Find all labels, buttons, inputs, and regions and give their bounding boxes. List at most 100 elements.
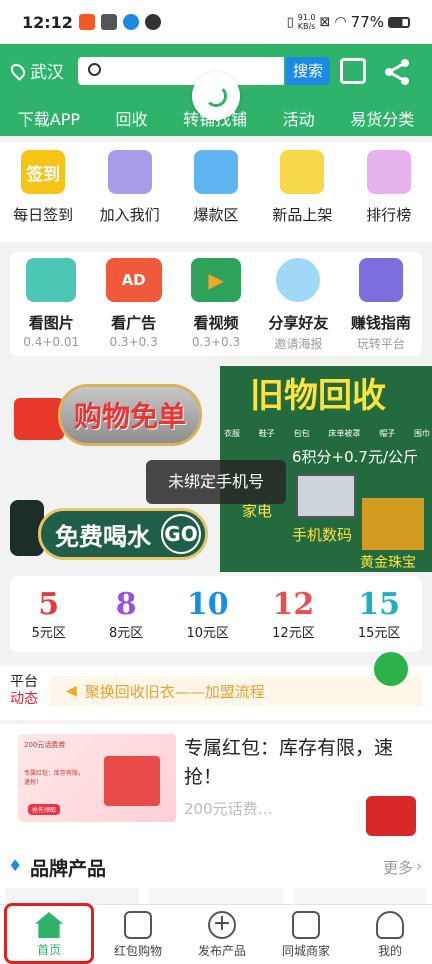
brand-more[interactable]: 更多 — [383, 857, 413, 878]
join-us-item[interactable]: 加入我们 — [88, 150, 172, 242]
promo-subtitle: 200元话费… — [184, 800, 273, 818]
video-icon: ▶ — [191, 258, 242, 302]
price-value: 12 — [272, 587, 315, 622]
status-time: 12:12 — [22, 12, 73, 32]
recycle-title: 旧物回收 — [250, 376, 386, 416]
new-item[interactable]: 新品上架 — [260, 150, 344, 242]
item-label: 新品上架 — [272, 206, 333, 224]
view-ad-item[interactable]: AD 看广告 0.3+0.3 — [92, 258, 174, 356]
red-packet-float-icon[interactable] — [366, 796, 416, 836]
price-value: 10 — [186, 587, 229, 622]
recycle-item: 衣服 — [224, 429, 240, 438]
bar-chart-icon — [366, 150, 411, 194]
battery-percent: 77% — [350, 13, 384, 31]
view-video-item[interactable]: ▶ 看视频 0.3+0.3 — [175, 258, 257, 356]
feature-grid-1: 签到 每日签到 加入我们 爆款区 新品上架 排行榜 — [0, 142, 432, 242]
price-zone-8[interactable]: 8 8元区 — [109, 587, 143, 641]
fire-icon: ♦ — [8, 856, 23, 875]
tab-red-packet-shop[interactable]: 红包购物 — [96, 905, 180, 964]
location-city: 武汉 — [30, 63, 64, 83]
brand-product-card[interactable] — [6, 888, 138, 904]
recycle-item: 围巾 — [413, 429, 430, 438]
item-sub: 0.3+0.3 — [191, 335, 241, 349]
share-icon[interactable] — [383, 58, 411, 86]
promo-image-text-2: 专属红包：库存有限，速抢！ — [24, 770, 85, 786]
status-bar: 12:12 ▯ 91.0 KB/s ⊠ ◠ 77% — [0, 0, 432, 44]
app-notification-icon — [100, 14, 117, 30]
earn-grid: 看图片 0.4+0.01 AD 看广告 0.3+0.3 ▶ 看视频 0.3+0.3 分享好… — [10, 252, 422, 356]
ranking-item[interactable]: 排行榜 — [347, 150, 431, 242]
nav-activity[interactable]: 活动 — [283, 106, 315, 130]
search-input[interactable] — [78, 57, 284, 85]
recycle-item: 包包 — [293, 429, 310, 438]
notice-bar: 平台 动态 ◀ 聚换回收旧衣——加盟流程 — [0, 652, 432, 720]
item-sub: 邀请海报 — [274, 337, 323, 351]
scan-icon[interactable] — [340, 58, 366, 84]
item-label: 排行榜 — [366, 206, 412, 224]
person-icon — [376, 911, 404, 939]
brand-product-card[interactable] — [294, 888, 426, 904]
go-button[interactable]: GO — [161, 514, 201, 554]
price-zone-15[interactable]: 15 15元区 — [358, 587, 401, 641]
notice-text[interactable]: 聚换回收旧衣——加盟流程 — [85, 681, 265, 702]
item-label: 爆款区 — [193, 206, 239, 224]
planet-icon — [276, 258, 321, 302]
nav-shop-transfer[interactable]: 转铺找铺 — [183, 106, 247, 130]
brand-product-card[interactable] — [148, 888, 284, 904]
view-image-item[interactable]: 看图片 0.4+0.01 — [10, 258, 92, 356]
red-envelope-icon — [104, 756, 160, 806]
tab-publish[interactable]: + 发布产品 — [180, 905, 264, 964]
chevron-right-icon: › — [416, 857, 422, 875]
tab-mine[interactable]: 我的 — [348, 905, 432, 964]
wechat-group-icon[interactable] — [374, 652, 408, 686]
checkin-item[interactable]: 签到 每日签到 — [1, 150, 85, 242]
brand-section: ♦ 品牌产品 更多 › — [0, 842, 432, 904]
location-selector[interactable]: 武汉 — [8, 58, 64, 83]
people-icon — [107, 150, 152, 194]
nav-recycle[interactable]: 回收 — [116, 106, 148, 130]
price-zone-10[interactable]: 10 10元区 — [186, 587, 229, 641]
nav-download-app[interactable]: 下载APP — [18, 106, 80, 130]
recycle-items: 衣服 鞋子 包包 床单被罩 帽子 围巾 — [224, 428, 430, 439]
tab-label: 首页 — [36, 943, 61, 957]
promo-card[interactable]: 200元话费券 专属红包：库存有限，速抢！ 抢先领取 专属红包：库存有限，速抢！… — [0, 724, 432, 842]
promo-image: 200元话费券 专属红包：库存有限，速抢！ 抢先领取 — [18, 734, 176, 822]
item-label: 加入我们 — [99, 206, 160, 224]
price-zone-12[interactable]: 12 12元区 — [272, 587, 315, 641]
price-zone-5[interactable]: 5 5元区 — [32, 587, 66, 641]
item-label: 赚钱指南 — [350, 314, 411, 332]
plus-circle-icon: + — [208, 911, 236, 939]
recycle-rate: 6积分+0.7元/公斤 — [292, 448, 419, 466]
share-friend-item[interactable]: 分享好友 邀请海报 — [257, 258, 339, 356]
earn-guide-item[interactable]: 赚钱指南 玩转平台 — [340, 258, 422, 356]
tab-label: 发布产品 — [197, 944, 246, 958]
search-button[interactable]: 搜索 — [286, 57, 330, 85]
signal-icon: ⊠ — [319, 14, 331, 30]
promo-image-button: 抢先领取 — [28, 804, 61, 815]
price-zone-row: 5 5元区 8 8元区 10 10元区 12 12元区 15 15元区 — [10, 576, 422, 652]
home-icon — [35, 912, 63, 938]
battery-icon — [388, 16, 410, 28]
item-sub: 0.4+0.01 — [23, 335, 80, 349]
hot-item[interactable]: 爆款区 — [174, 150, 258, 242]
document-icon — [193, 150, 238, 194]
tab-home[interactable]: 首页 — [4, 903, 94, 964]
item-label: 看视频 — [193, 314, 239, 332]
price-label: 15元区 — [357, 626, 401, 641]
tab-local-merchants[interactable]: 同城商家 — [264, 905, 348, 964]
bottom-tab-bar: 首页 红包购物 + 发布产品 同城商家 我的 — [0, 903, 432, 964]
notice-tag-1: 平台 — [10, 674, 38, 690]
tab-label: 红包购物 — [113, 944, 162, 958]
gift-icon — [14, 398, 64, 440]
shop-free-banner[interactable]: 购物免单 — [0, 368, 218, 470]
gift-box-icon — [124, 911, 152, 939]
brand-title: 品牌产品 — [30, 858, 107, 880]
location-pin-icon — [8, 60, 28, 81]
toast-message: 未绑定手机号 — [146, 460, 286, 504]
checkin-icon: 签到 — [21, 150, 66, 194]
app-notification-icon — [78, 14, 95, 30]
bookmark-icon — [358, 258, 403, 302]
nav-barter-category[interactable]: 易货分类 — [350, 106, 414, 130]
person-icon — [280, 150, 325, 194]
recycle-item: 床单被罩 — [328, 429, 361, 438]
